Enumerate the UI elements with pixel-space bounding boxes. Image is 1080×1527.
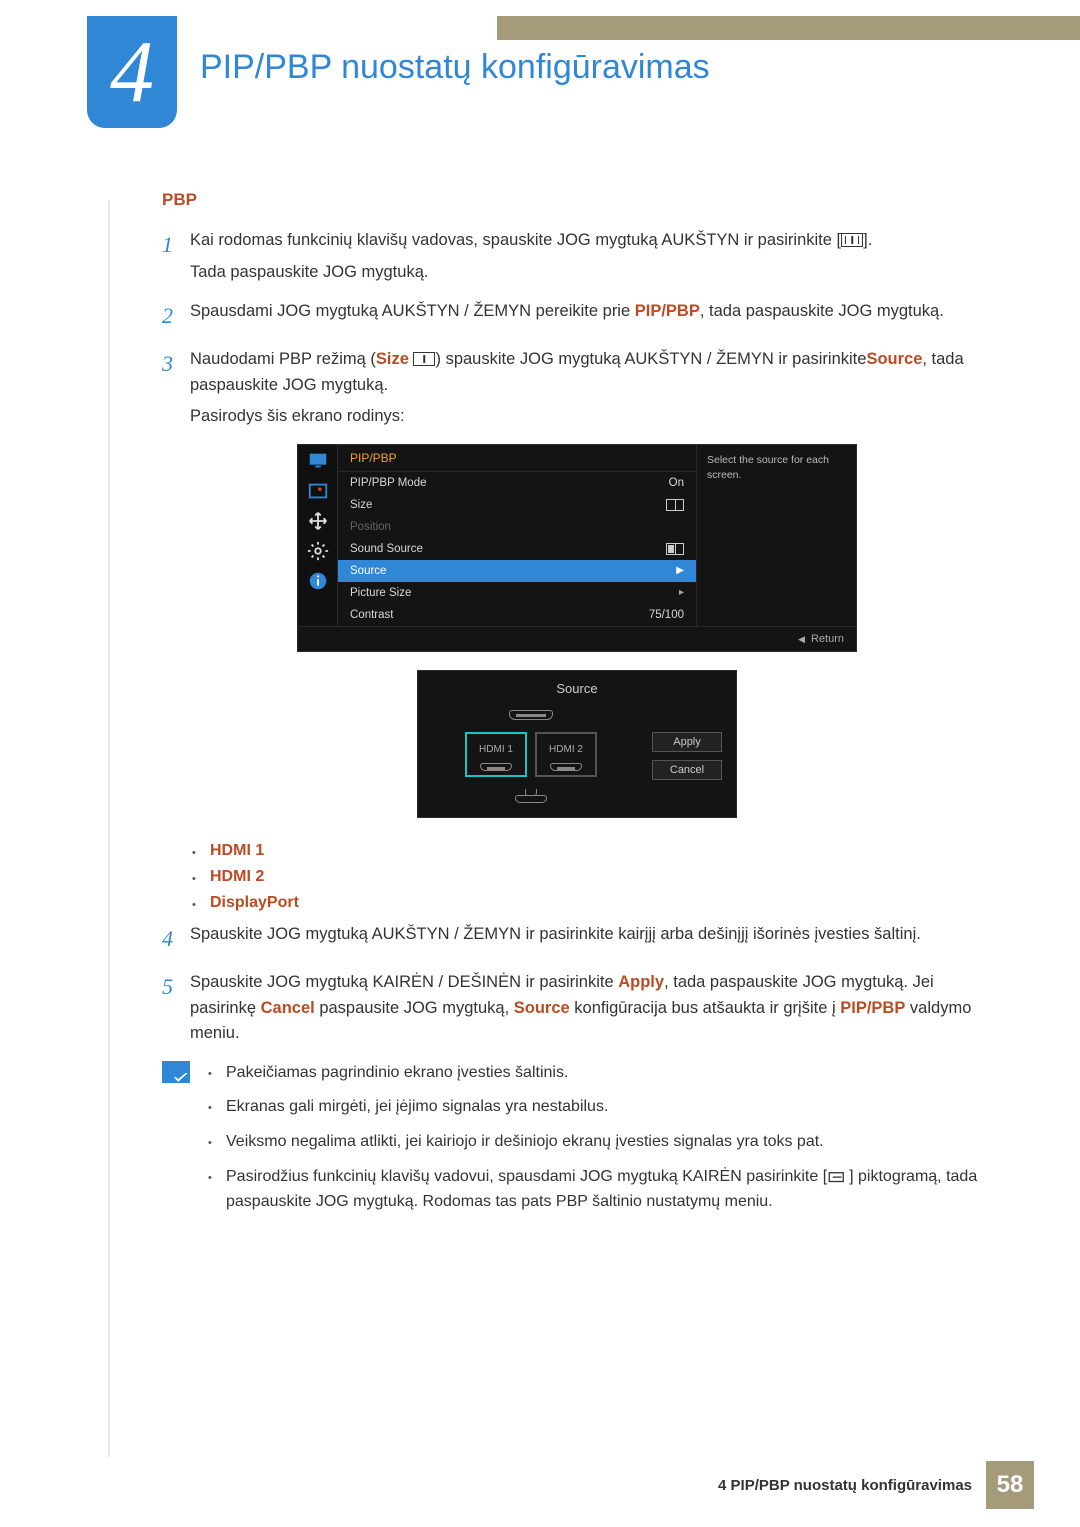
osd-row-position: Position xyxy=(338,516,696,538)
keyword: PIP/PBP xyxy=(635,302,700,320)
step-text: ]. xyxy=(863,231,872,249)
chapter-title: PIP/PBP nuostatų konfigūravimas xyxy=(200,48,710,87)
steps-cont: 4 Spauskite JOG mygtuką AUKŠTYN / ŽEMYN … xyxy=(162,922,992,1047)
monitor-icon xyxy=(307,451,329,471)
step-text: , tada paspauskite JOG mygtuką. xyxy=(700,302,944,320)
step-2: 2 Spausdami JOG mygtuką AUKŠTYN / ŽEMYN … xyxy=(162,299,992,333)
note-item: Pakeičiamas pagrindinio ekrano įvesties … xyxy=(208,1061,992,1086)
keyword: PIP/PBP xyxy=(840,999,905,1017)
return-icon xyxy=(827,1169,849,1183)
step-5: 5 Spauskite JOG mygtuką KAIRĖN / DEŠINĖN… xyxy=(162,970,992,1047)
chevron-left-icon: ◀ xyxy=(798,634,805,644)
footer: 4 PIP/PBP nuostatų konfigūravimas 58 xyxy=(718,1461,1034,1509)
keyword: Cancel xyxy=(261,999,315,1017)
step-text: Spauskite JOG mygtuką AUKŠTYN / ŽEMYN ir… xyxy=(190,925,921,943)
step-text: Naudodami PBP režimą ( xyxy=(190,350,376,368)
keyword: Source xyxy=(866,350,922,368)
hdmi1-box: HDMI 1 xyxy=(465,732,527,777)
step-number: 3 xyxy=(162,347,190,430)
chapter-badge: 4 xyxy=(87,16,177,128)
pbp-icon xyxy=(413,352,435,366)
step-text: Spausdami JOG mygtuką AUKŠTYN / ŽEMYN pe… xyxy=(190,302,635,320)
note-block: Pakeičiamas pagrindinio ekrano įvesties … xyxy=(162,1061,992,1225)
stand-icon xyxy=(514,789,548,803)
step-text: Tada paspauskite JOG mygtuką. xyxy=(190,260,992,286)
content: PBP 1 Kai rodomas funkcinių klavišų vado… xyxy=(162,190,992,1225)
step-text: konfigūracija bus atšaukta ir grįšite į xyxy=(570,999,841,1017)
step-number: 4 xyxy=(162,922,190,956)
hdmi-port-icon xyxy=(550,763,582,771)
keyword: Size xyxy=(376,350,409,368)
step-text: Pasirodys šis ekrano rodinys: xyxy=(190,404,992,430)
osd-row-psize: Picture Size▸ xyxy=(338,582,696,604)
osd-row-mode: PIP/PBP ModeOn xyxy=(338,472,696,494)
info-icon xyxy=(307,571,329,591)
osd-menu: PIP/PBP PIP/PBP ModeOn Size Position Sou… xyxy=(338,445,696,626)
osd-row-sound: Sound Source xyxy=(338,538,696,560)
step-text: Kai rodomas funkcinių klavišų vadovas, s… xyxy=(190,231,841,249)
pbp-icon xyxy=(666,499,684,511)
header-stripe xyxy=(497,16,1080,40)
step-text: Spauskite JOG mygtuką KAIRĖN / DEŠINĖN i… xyxy=(190,973,618,991)
note-icon xyxy=(162,1061,190,1083)
steps: 1 Kai rodomas funkcinių klavišų vadovas,… xyxy=(162,228,992,430)
chevron-right-icon: ▶ xyxy=(676,565,684,576)
step-text: ) spauskite JOG mygtuką AUKŠTYN / ŽEMYN … xyxy=(435,350,866,368)
move-icon xyxy=(307,511,329,531)
port-icon xyxy=(509,710,553,720)
step-number: 2 xyxy=(162,299,190,333)
step-number: 5 xyxy=(162,970,190,1047)
list-item: DisplayPort xyxy=(192,894,992,912)
osd-row-size: Size xyxy=(338,494,696,516)
gear-icon xyxy=(307,541,329,561)
osd-row-contrast: Contrast75/100 xyxy=(338,604,696,626)
osd-footer: ◀Return xyxy=(298,626,856,651)
margin-rule xyxy=(108,200,110,1457)
source-dialog: Source HDMI 1 HDMI 2 Apply Cancel xyxy=(162,670,992,818)
picture-icon xyxy=(307,481,329,501)
keyword: Source xyxy=(514,999,570,1017)
hdmi2-box: HDMI 2 xyxy=(535,732,597,777)
step-3: 3 Naudodami PBP režimą (Size ) spauskite… xyxy=(162,347,992,430)
menu-icon xyxy=(841,233,863,247)
chevron-right-icon: ▸ xyxy=(679,587,684,598)
list-item: HDMI 1 xyxy=(192,842,992,860)
note-item: Veiksmo negalima atlikti, jei kairiojo i… xyxy=(208,1130,992,1155)
section-label: PBP xyxy=(162,190,992,210)
apply-button: Apply xyxy=(652,732,722,752)
step-number: 1 xyxy=(162,228,190,285)
step-text: paspausite JOG mygtuką, xyxy=(315,999,514,1017)
step-4: 4 Spauskite JOG mygtuką AUKŠTYN / ŽEMYN … xyxy=(162,922,992,956)
source-options: HDMI 1 HDMI 2 DisplayPort xyxy=(192,842,992,912)
cancel-button: Cancel xyxy=(652,760,722,780)
step-1: 1 Kai rodomas funkcinių klavišų vadovas,… xyxy=(162,228,992,285)
osd-row-source: Source▶ xyxy=(338,560,696,582)
keyword: Apply xyxy=(618,973,664,991)
dialog-title: Source xyxy=(432,681,722,696)
note-item: Ekranas gali mirgėti, jei įėjimo signala… xyxy=(208,1095,992,1120)
chapter-number: 4 xyxy=(110,22,154,123)
osd-sidebar xyxy=(298,445,338,626)
osd-help: Select the source for each screen. xyxy=(696,445,856,626)
osd-header: PIP/PBP xyxy=(338,445,696,472)
note-item: Pasirodžius funkcinių klavišų vadovui, s… xyxy=(208,1165,992,1215)
osd-screenshot: PIP/PBP PIP/PBP ModeOn Size Position Sou… xyxy=(162,444,992,652)
page-number: 58 xyxy=(986,1461,1034,1509)
footer-text: 4 PIP/PBP nuostatų konfigūravimas xyxy=(718,1477,972,1494)
list-item: HDMI 2 xyxy=(192,868,992,886)
hdmi-port-icon xyxy=(480,763,512,771)
